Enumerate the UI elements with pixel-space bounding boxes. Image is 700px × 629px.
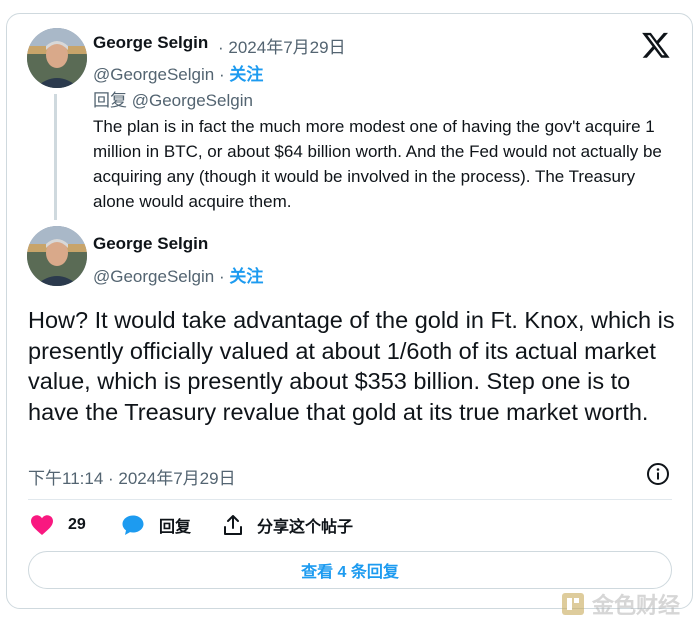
author-name[interactable]: George Selgin bbox=[93, 234, 208, 254]
author-handle[interactable]: @GeorgeSelgin bbox=[93, 267, 214, 286]
heart-icon bbox=[31, 515, 53, 535]
watermark-logo-icon bbox=[562, 593, 584, 615]
watermark: 金色财经 bbox=[560, 588, 680, 620]
reply-to-label: 回复 @GeorgeSelgin bbox=[93, 91, 253, 110]
tweet-timestamp[interactable]: 下午11:14 · 2024年7月29日 bbox=[28, 464, 236, 489]
author-handle[interactable]: @GeorgeSelgin bbox=[93, 65, 214, 84]
x-logo-icon[interactable] bbox=[641, 30, 671, 60]
thread-line bbox=[54, 94, 57, 220]
avatar[interactable] bbox=[27, 28, 87, 88]
author-handle-row: @GeorgeSelgin · 关注 bbox=[93, 262, 263, 287]
follow-link[interactable]: 关注 bbox=[229, 267, 263, 286]
share-icon bbox=[224, 515, 242, 535]
share-label: 分享这个帖子 bbox=[257, 519, 354, 536]
reply-bubble-icon bbox=[122, 515, 144, 535]
divider bbox=[28, 499, 672, 500]
share-button[interactable]: 分享这个帖子 bbox=[223, 512, 353, 538]
author-name[interactable]: George Selgin bbox=[93, 33, 208, 53]
watermark-text: 金色财经 bbox=[592, 593, 681, 618]
separator: · bbox=[214, 267, 230, 286]
tweet-text: The plan is in fact the much more modest… bbox=[93, 117, 662, 211]
tweet-text: How? It would take advantage of the gold… bbox=[28, 307, 675, 425]
like-count: 29 bbox=[68, 516, 86, 533]
author-handle-row: @GeorgeSelgin · 关注 bbox=[93, 60, 263, 85]
reply-label: 回复 bbox=[159, 519, 192, 536]
tweet-date[interactable]: · 2024年7月29日 bbox=[218, 33, 346, 58]
like-button[interactable]: 29 bbox=[30, 512, 86, 538]
info-icon[interactable] bbox=[646, 462, 670, 486]
view-replies-label: 查看 4 条回复 bbox=[301, 564, 399, 581]
follow-link[interactable]: 关注 bbox=[229, 65, 263, 84]
separator: · bbox=[214, 65, 230, 84]
avatar[interactable] bbox=[27, 226, 87, 286]
view-replies-button[interactable]: 查看 4 条回复 bbox=[28, 551, 672, 589]
reply-button[interactable]: 回复 bbox=[121, 512, 191, 538]
